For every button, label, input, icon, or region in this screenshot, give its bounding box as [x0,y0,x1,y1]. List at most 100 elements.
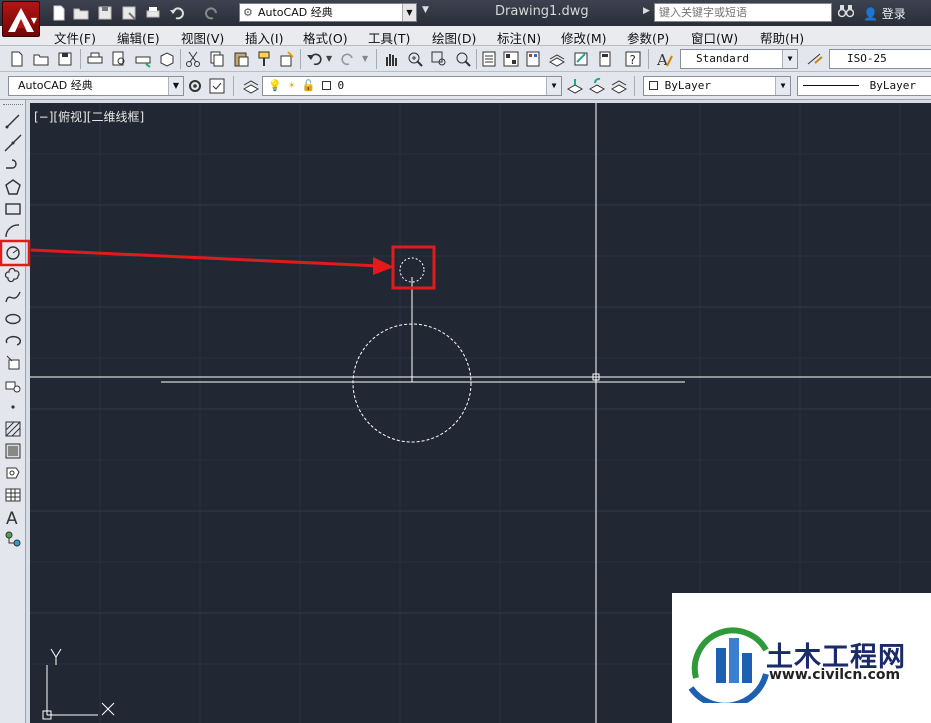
rectangle-icon[interactable] [4,200,22,218]
markup-set-manager-icon[interactable] [572,50,590,68]
zoom-realtime-icon[interactable] [406,50,424,68]
menu-help[interactable]: 帮助(H) [760,28,804,47]
menu-format[interactable]: 格式(O) [303,28,348,47]
zoom-window-icon[interactable] [430,50,448,68]
design-center-icon[interactable] [502,50,520,68]
save-icon[interactable] [56,50,74,68]
match-properties-icon[interactable] [256,50,274,68]
plot-preview-icon[interactable] [110,50,128,68]
text-style-icon[interactable]: A [656,50,674,69]
table-icon[interactable] [4,486,22,504]
plot-icon[interactable] [144,4,162,22]
layer-previous-icon[interactable] [588,77,606,95]
publish-icon[interactable] [134,50,152,68]
construction-line-icon[interactable] [4,134,22,152]
paste-icon[interactable] [232,50,250,68]
color-select[interactable]: ByLayer ▼ [643,76,791,96]
arc-icon[interactable] [4,222,22,240]
gradient-icon[interactable] [4,442,22,460]
lightbulb-icon: 💡 [268,79,282,92]
spline-icon[interactable] [4,288,22,306]
ellipse-icon[interactable] [4,310,22,328]
plot-icon[interactable] [86,50,104,68]
new-icon[interactable] [8,50,26,68]
color-value: ByLayer [664,79,711,92]
undo-icon[interactable] [305,50,323,68]
make-block-icon[interactable] [4,376,22,394]
search-expand-icon[interactable]: ▶ [643,6,650,16]
polygon-icon[interactable] [4,178,22,196]
chevron-down-icon: ▼ [546,77,561,95]
insert-block-icon[interactable] [4,354,22,372]
linetype-select[interactable]: ByLayer [797,76,931,96]
menu-view[interactable]: 视图(V) [181,28,224,47]
layer-properties-manager-icon[interactable] [242,77,260,95]
save-as-icon[interactable] [120,4,138,22]
calculator-icon[interactable] [596,50,614,68]
sheet-set-manager-icon[interactable] [548,50,566,68]
undo-icon[interactable] [168,4,186,22]
watermark-logo: 土木工程网 www.civilcn.com [672,593,931,723]
menu-insert[interactable]: 插入(I) [245,28,283,47]
make-object-layer-current-icon[interactable] [566,77,584,95]
application-menu-button[interactable]: ▼ [2,1,40,37]
text-style-select[interactable]: Standard ▼ [680,49,798,69]
dimension-style-select[interactable]: ISO-25 [829,49,931,69]
properties-icon[interactable] [480,50,498,68]
workspace-toggle-icon[interactable] [208,77,226,95]
search-binoculars-icon[interactable] [837,4,855,21]
revision-cloud-icon[interactable] [4,266,22,284]
menu-draw[interactable]: 绘图(D) [432,28,476,47]
undo-dropdown-icon[interactable]: ▼ [326,54,332,63]
grid-major [30,204,931,614]
workspace-selector[interactable]: ⚙ AutoCAD 经典 ▼ [239,3,417,22]
dimension-style-icon[interactable] [806,50,824,68]
menu-file[interactable]: 文件(F) [54,28,96,47]
new-file-icon[interactable] [50,4,68,22]
toolbar-grip[interactable] [3,104,23,107]
redo-icon[interactable] [203,4,221,22]
help-icon[interactable]: ? [624,50,642,68]
copy-icon[interactable] [208,50,226,68]
menu-modify[interactable]: 修改(M) [561,28,607,47]
point-icon[interactable] [4,398,22,416]
menu-dimension[interactable]: 标注(N) [497,28,541,47]
quick-access-menu-icon[interactable]: ▼ [422,5,429,15]
workspace-select[interactable]: AutoCAD 经典 ▼ [8,76,184,96]
workspace-selector-label: AutoCAD 经典 [258,6,333,19]
menu-tools[interactable]: 工具(T) [368,28,410,47]
region-icon[interactable] [4,464,22,482]
layers-toolbar: AutoCAD 经典 ▼ 💡 ☀ 🔓 0 ▼ ByLayer ▼ ByLayer [0,72,931,100]
layer-select[interactable]: 💡 ☀ 🔓 0 ▼ [262,76,562,96]
zoom-previous-icon[interactable] [454,50,472,68]
3d-print-icon[interactable] [158,50,176,68]
open-file-icon[interactable] [72,4,90,22]
workspace-settings-gear-icon[interactable] [186,77,204,95]
save-icon[interactable] [96,4,114,22]
redo-dropdown-icon[interactable]: ▼ [362,54,368,63]
menu-parametric[interactable]: 参数(P) [627,28,669,47]
menu-window[interactable]: 窗口(W) [691,28,738,47]
block-editor-icon[interactable] [278,50,296,68]
tool-palettes-icon[interactable] [524,50,542,68]
redo-icon[interactable] [340,50,358,68]
hatch-icon[interactable] [4,420,22,438]
circle-icon[interactable] [4,244,22,262]
line-icon[interactable] [4,112,22,130]
cut-icon[interactable] [184,50,202,68]
workspace-value: AutoCAD 经典 [18,79,93,92]
add-selected-icon[interactable] [4,530,22,548]
search-input[interactable] [654,3,832,22]
gear-icon: ⚙ [243,6,253,19]
open-icon[interactable] [32,50,50,68]
watermark-url: www.civilcn.com [769,667,901,683]
pan-icon[interactable] [382,50,400,68]
viewport-controls-label[interactable]: [−][俯视][二维线框] [34,108,144,125]
multiline-text-icon[interactable]: A [4,508,22,529]
menu-edit[interactable]: 编辑(E) [117,28,160,47]
linetype-preview-line [803,85,859,86]
ellipse-arc-icon[interactable] [4,332,22,350]
login-button[interactable]: 👤 登录 [863,5,906,22]
polyline-icon[interactable] [4,156,22,174]
layer-states-manager-icon[interactable] [610,77,628,95]
